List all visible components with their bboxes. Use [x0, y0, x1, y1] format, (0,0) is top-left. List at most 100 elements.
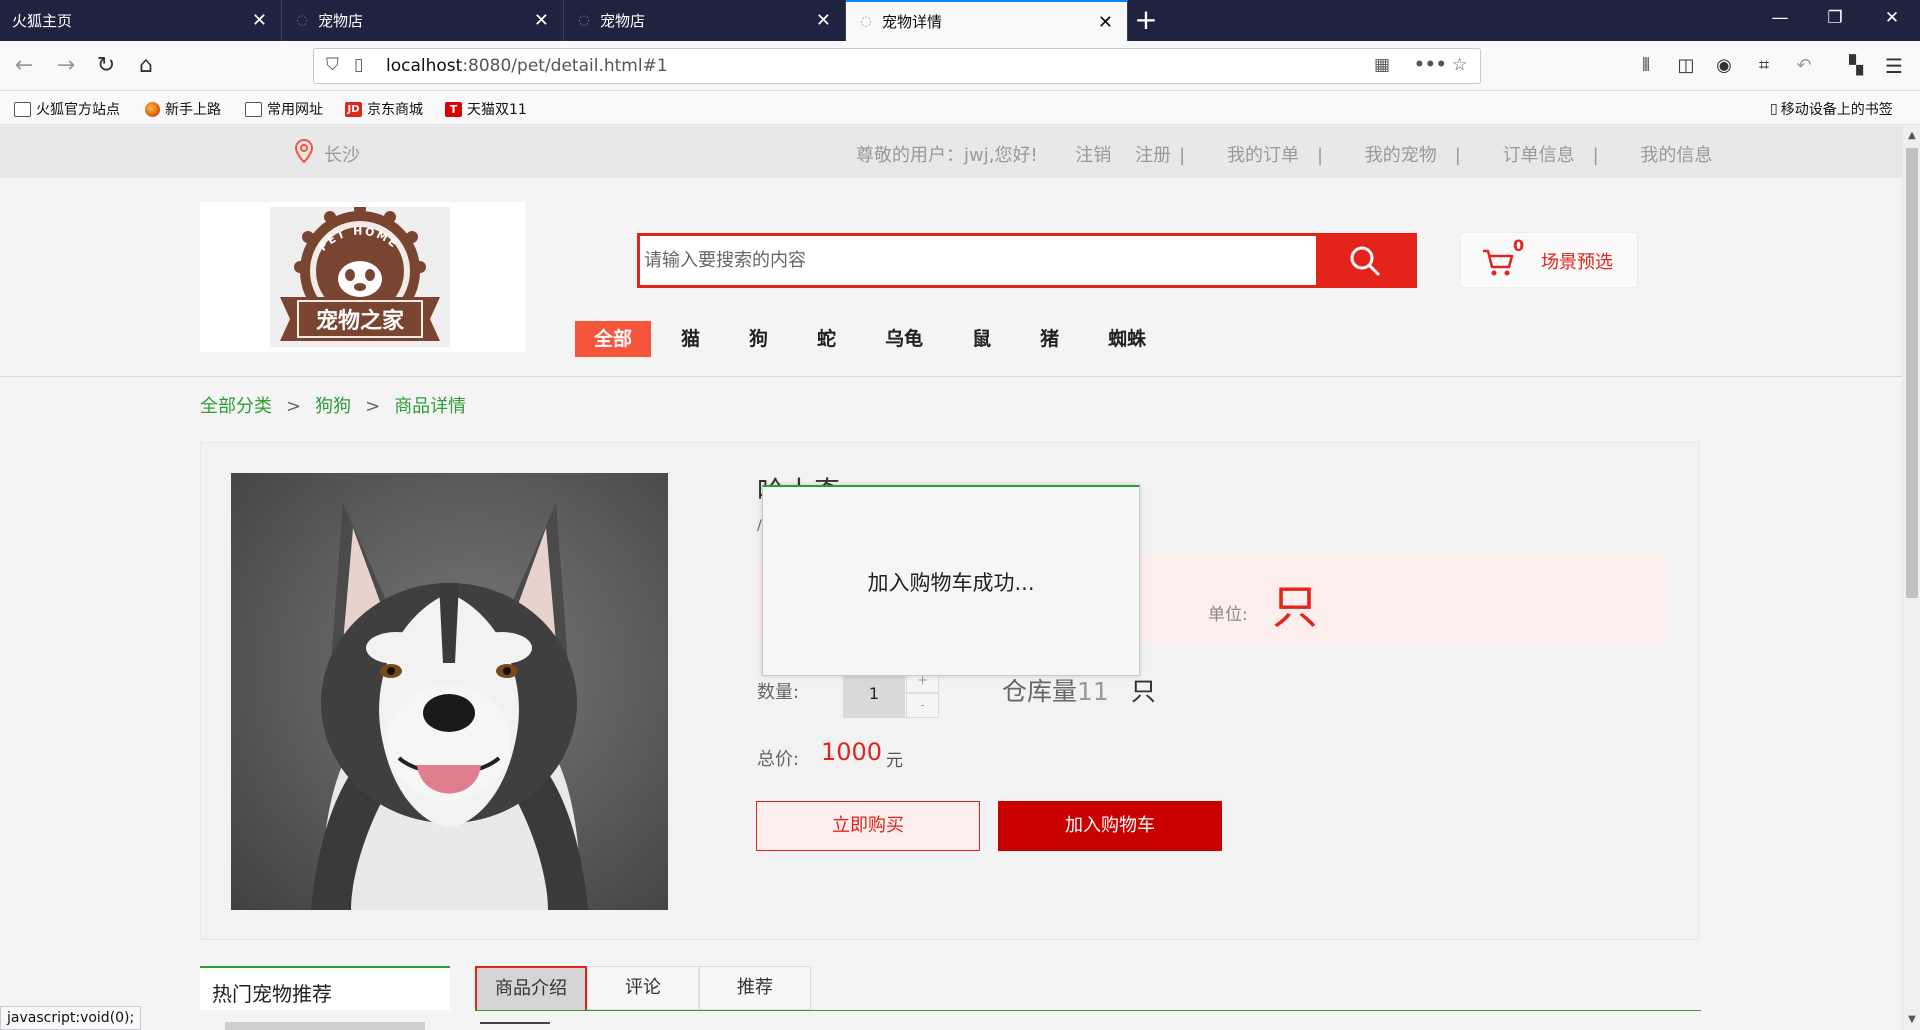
divider: |: [1179, 145, 1186, 166]
window-close-icon[interactable]: ✕: [1872, 8, 1912, 28]
site-logo[interactable]: PET HOME 宠物之家: [200, 202, 525, 352]
divider: |: [1592, 145, 1599, 166]
close-icon[interactable]: ✕: [816, 10, 831, 31]
category-nav: 全部 猫 狗 蛇 乌龟 鼠 猪 蜘蛛: [575, 321, 1176, 357]
tab-introduction[interactable]: 商品介绍: [475, 966, 587, 1010]
cart-button[interactable]: 0 场景预选: [1460, 232, 1638, 288]
breadcrumb-detail[interactable]: 商品详情: [394, 396, 466, 417]
bookmarks-toolbar: 火狐官方站点 新手上路 常用网址 JD 京东商城 T 天猫双11 ▯ 移动设备上…: [0, 92, 1920, 125]
scroll-down-icon[interactable]: ▼: [1903, 1014, 1920, 1025]
hot-pets-header: 热门宠物推荐: [200, 966, 450, 1010]
my-info-link[interactable]: 我的信息: [1640, 145, 1712, 166]
cat-favicon-icon: ◌: [578, 12, 590, 28]
user-links: 尊敬的用户：jwj,您好! 注销 注册 | 我的订单 | 我的宠物 | 订单信息 | 我…: [856, 141, 1730, 167]
quantity-decrement-button[interactable]: -: [906, 693, 939, 718]
category-spider[interactable]: 蜘蛛: [1089, 321, 1165, 357]
undo-icon[interactable]: ↶: [1788, 51, 1820, 83]
restore-icon[interactable]: ❐: [1815, 8, 1855, 28]
scroll-thumb[interactable]: [1906, 148, 1918, 598]
reload-icon[interactable]: ↻: [90, 51, 122, 83]
quantity-label: 数量:: [757, 682, 800, 703]
shield-icon[interactable]: ⛉: [326, 55, 339, 75]
back-icon[interactable]: ←: [8, 51, 40, 83]
mobile-bookmarks[interactable]: ▯ 移动设备上的书签: [1770, 99, 1893, 119]
my-orders-link[interactable]: 我的订单: [1227, 145, 1299, 166]
forward-icon[interactable]: →: [50, 51, 82, 83]
breadcrumb-separator: >: [286, 396, 302, 417]
url-text[interactable]: localhost:8080/pet/detail.html#1: [386, 56, 668, 76]
my-pets-link[interactable]: 我的宠物: [1365, 145, 1437, 166]
close-icon[interactable]: ✕: [1098, 12, 1113, 33]
register-link[interactable]: 注册: [1135, 145, 1171, 166]
cat-favicon-icon: ◌: [296, 12, 308, 28]
bookmark-item[interactable]: 新手上路: [145, 99, 221, 119]
add-to-cart-button[interactable]: 加入购物车: [998, 801, 1222, 851]
tab-title: 宠物店: [600, 12, 646, 30]
category-snake[interactable]: 蛇: [798, 321, 855, 357]
buy-now-button[interactable]: 立即购买: [756, 801, 980, 851]
browser-tab-active[interactable]: ◌ 宠物详情 ✕: [846, 0, 1128, 41]
close-icon[interactable]: ✕: [534, 10, 549, 31]
category-mouse[interactable]: 鼠: [953, 321, 1010, 357]
new-tab-icon[interactable]: +: [1130, 3, 1162, 36]
search-button[interactable]: [1316, 236, 1414, 285]
close-icon[interactable]: ✕: [252, 10, 267, 31]
breadcrumb: 全部分类 > 狗狗 > 商品详情: [200, 392, 466, 418]
bookmark-star-icon[interactable]: ☆: [1452, 55, 1467, 75]
search-input[interactable]: [640, 236, 1320, 285]
browser-tab-bar: 火狐主页 ✕ ◌ 宠物店 ✕ ◌ 宠物店 ✕ ◌ 宠物详情 ✕ + — ❐ ✕: [0, 0, 1920, 41]
bookmark-item[interactable]: T 天猫双11: [445, 99, 527, 119]
browser-tab[interactable]: ◌ 宠物店 ✕: [282, 0, 564, 41]
breadcrumb-dogs[interactable]: 狗狗: [315, 396, 351, 417]
mobile-device-icon: ▯: [1770, 101, 1778, 117]
hot-pet-thumbnail[interactable]: [225, 1022, 425, 1030]
bookmark-item[interactable]: 火狐官方站点: [14, 99, 120, 119]
menu-icon[interactable]: ☰: [1878, 51, 1910, 83]
divider: [0, 376, 1902, 377]
bookmark-label: 常用网址: [267, 102, 323, 118]
screenshot-icon[interactable]: ⌗: [1748, 51, 1780, 83]
firefox-icon: [145, 101, 160, 117]
category-all[interactable]: 全部: [575, 321, 652, 357]
browser-tab[interactable]: ◌ 宠物店 ✕: [564, 0, 846, 41]
cart-label: 场景预选: [1541, 252, 1613, 273]
home-icon[interactable]: ⌂: [130, 51, 162, 83]
qr-code-icon[interactable]: ▦: [1374, 55, 1390, 75]
scroll-up-icon[interactable]: ▲: [1903, 130, 1920, 141]
toast-message: 加入购物车成功...: [867, 571, 1035, 595]
location-text[interactable]: 长沙: [324, 141, 360, 167]
bookmark-item[interactable]: JD 京东商城: [345, 99, 423, 119]
category-turtle[interactable]: 乌龟: [866, 321, 942, 357]
jd-icon: JD: [345, 101, 362, 117]
category-pig[interactable]: 猪: [1021, 321, 1078, 357]
more-actions-icon[interactable]: •••: [1414, 55, 1447, 75]
divider: |: [1454, 145, 1461, 166]
tab-recommend[interactable]: 推荐: [699, 966, 811, 1010]
category-cat[interactable]: 猫: [662, 321, 719, 357]
url-bar[interactable]: ⛉ ▯ localhost:8080/pet/detail.html#1 ▦ •…: [313, 48, 1481, 84]
order-info-link[interactable]: 订单信息: [1503, 145, 1575, 166]
page-scrollbar[interactable]: ▲ ▼: [1902, 126, 1920, 1030]
browser-tab[interactable]: 火狐主页 ✕: [0, 0, 282, 41]
bookmark-item[interactable]: 常用网址: [245, 99, 323, 119]
extensions-icon[interactable]: ▚: [1840, 51, 1872, 83]
bookmark-label: 京东商城: [367, 102, 423, 118]
sidebar-icon[interactable]: ◫: [1670, 51, 1702, 83]
category-dog[interactable]: 狗: [730, 321, 787, 357]
account-icon[interactable]: ◉: [1708, 51, 1740, 83]
bookmark-label: 新手上路: [165, 102, 221, 118]
library-icon[interactable]: ⫴: [1630, 51, 1662, 83]
page-info-icon[interactable]: ▯: [354, 55, 363, 75]
logout-link[interactable]: 注销: [1075, 145, 1111, 166]
url-host: localhost: [386, 56, 463, 76]
minimize-icon[interactable]: —: [1760, 8, 1800, 28]
bookmark-label: 移动设备上的书签: [1780, 102, 1893, 118]
svg-text:宠物之家: 宠物之家: [316, 308, 405, 334]
divider: [475, 1010, 1701, 1011]
tab-title: 宠物详情: [882, 13, 943, 31]
tab-reviews[interactable]: 评论: [587, 966, 699, 1010]
unit-label: 单位:: [1208, 605, 1248, 625]
tmall-icon: T: [445, 101, 462, 117]
tab-title: 火狐主页: [12, 12, 73, 30]
breadcrumb-all[interactable]: 全部分类: [200, 396, 272, 417]
